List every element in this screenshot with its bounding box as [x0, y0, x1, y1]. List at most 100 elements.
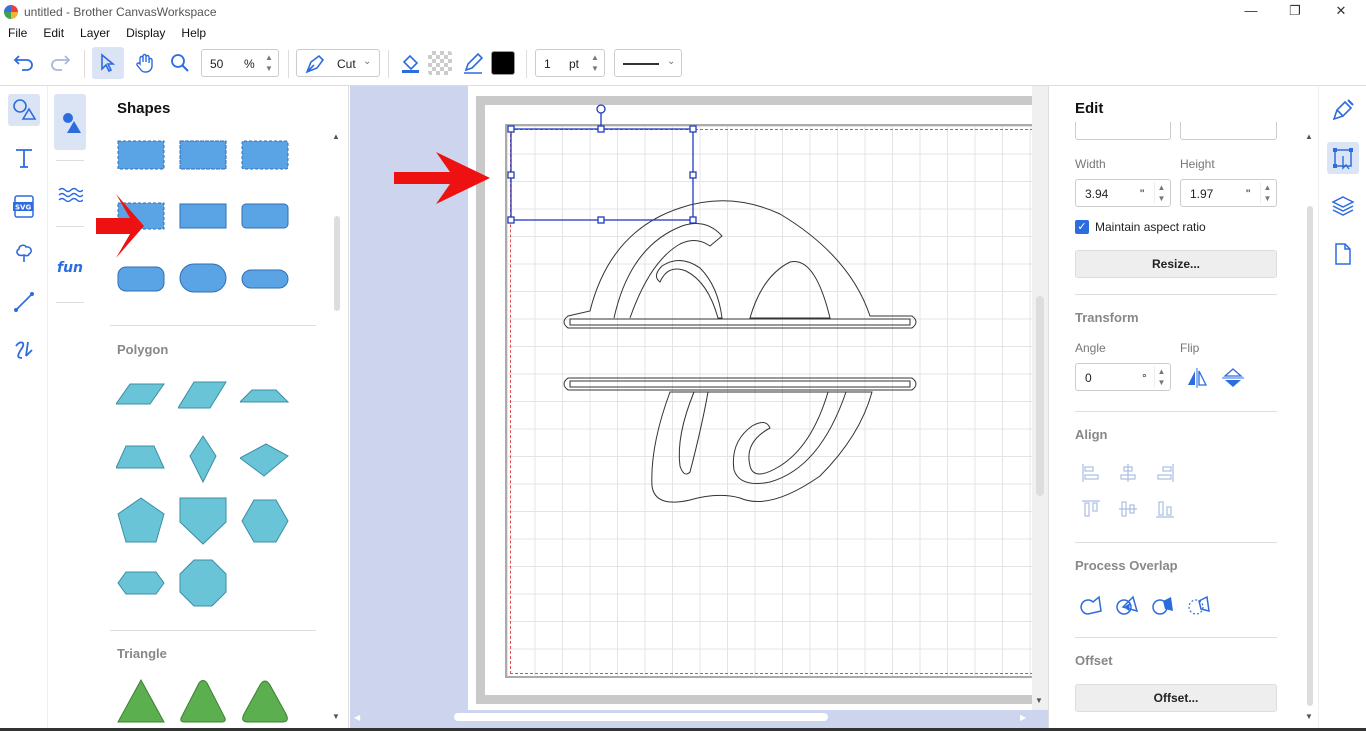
triangle-shape[interactable] — [116, 678, 166, 724]
shapes-panel-scrollbar[interactable]: ▲ ▼ — [332, 126, 342, 726]
restore-button[interactable]: ❐ — [1272, 0, 1318, 24]
color-swatch-button[interactable] — [489, 47, 517, 79]
height-stepper[interactable]: ▲ ▼ — [1260, 182, 1274, 204]
undo-button[interactable] — [8, 47, 40, 79]
category-basic-shapes[interactable] — [54, 94, 86, 150]
rectangle-shape[interactable] — [178, 202, 228, 232]
soft-triangle-shape[interactable] — [240, 678, 290, 724]
select-tool-button[interactable] — [92, 47, 124, 79]
style-panel-button[interactable] — [1327, 94, 1359, 126]
angle-field[interactable]: 0 ° ▲ ▼ — [1075, 363, 1171, 391]
menu-file[interactable]: File — [0, 24, 35, 42]
group-icon[interactable] — [1115, 593, 1139, 617]
align-bottom-icon[interactable] — [1155, 499, 1175, 519]
align-center-icon[interactable] — [1118, 463, 1138, 483]
pill-shape[interactable] — [240, 268, 290, 292]
flip-horizontal-icon[interactable] — [1186, 368, 1208, 388]
svg-import-button[interactable]: SVG — [8, 190, 40, 222]
height-field[interactable]: 1.97 " ▲ ▼ — [1180, 179, 1277, 207]
scroll-left-icon[interactable]: ◀ — [354, 713, 360, 722]
width-stepper[interactable]: ▲ ▼ — [1154, 182, 1168, 204]
line-style-dropdown[interactable]: ⌄ — [614, 49, 682, 77]
position-y-field[interactable] — [1180, 122, 1277, 140]
exclude-icon[interactable] — [1187, 593, 1211, 617]
canvas-horizontal-scroll-thumb[interactable] — [454, 713, 828, 721]
diamond-shape[interactable] — [178, 434, 228, 484]
menu-edit[interactable]: Edit — [35, 24, 72, 42]
resize-button[interactable]: Resize... — [1075, 250, 1277, 278]
fill-button[interactable] — [396, 47, 424, 79]
trapezoid-shape[interactable] — [116, 444, 166, 472]
stamp-rect-shape[interactable] — [116, 138, 166, 172]
edit-panel-scroll-thumb[interactable] — [1307, 206, 1313, 706]
layers-panel-button[interactable] — [1327, 190, 1359, 222]
trim-icon[interactable] — [1151, 593, 1175, 617]
page-icon — [1335, 243, 1351, 265]
zoom-stepper[interactable]: ▲ ▼ — [262, 52, 276, 74]
align-left-icon[interactable] — [1081, 463, 1101, 483]
zoom-tool-button[interactable] — [164, 47, 196, 79]
transparent-fill-button[interactable] — [426, 47, 454, 79]
angle-label: Angle — [1075, 341, 1106, 355]
page-panel-button[interactable] — [1327, 238, 1359, 270]
round-rect-shape[interactable] — [116, 264, 166, 294]
scroll-right-icon[interactable]: ▶ — [1020, 713, 1026, 722]
rounded-rect-shape[interactable] — [240, 202, 290, 232]
line-color-button[interactable] — [459, 47, 487, 79]
offset-button[interactable]: Offset... — [1075, 684, 1277, 712]
scroll-down-icon[interactable]: ▼ — [332, 712, 340, 721]
category-fun[interactable]: fun — [54, 254, 86, 282]
flip-vertical-icon[interactable] — [1222, 368, 1244, 388]
octagon-shape[interactable] — [178, 558, 228, 608]
align-top-icon[interactable] — [1081, 499, 1101, 519]
weld-icon[interactable] — [1079, 593, 1103, 617]
close-button[interactable]: ✕ — [1318, 0, 1364, 24]
canvas-vertical-scroll-thumb[interactable] — [1036, 296, 1044, 496]
minimize-button[interactable]: — — [1228, 0, 1274, 24]
scroll-up-icon[interactable]: ▲ — [332, 132, 340, 141]
edit-panel-button[interactable] — [1327, 142, 1359, 174]
pentagon-shape[interactable] — [116, 496, 166, 544]
pan-tool-button[interactable] — [129, 47, 161, 79]
menu-display[interactable]: Display — [118, 24, 173, 42]
parallelogram-tall-shape[interactable] — [178, 380, 228, 410]
category-wave[interactable] — [54, 180, 86, 208]
scroll-down-icon[interactable]: ▼ — [1305, 712, 1313, 721]
line-tool-button[interactable] — [8, 286, 40, 318]
hexagon-shape[interactable] — [240, 498, 290, 544]
rounded-triangle-shape[interactable] — [178, 678, 228, 724]
edit-panel-scrollbar[interactable]: ▲ ▼ — [1305, 132, 1315, 726]
freehand-tool-button[interactable] — [8, 334, 40, 366]
shield-pentagon-shape[interactable] — [178, 496, 228, 546]
width-field[interactable]: 3.94 " ▲ ▼ — [1075, 179, 1171, 207]
menu-layer[interactable]: Layer — [72, 24, 118, 42]
pattern-tool-button[interactable] — [8, 238, 40, 270]
flat-hexagon-shape[interactable] — [116, 570, 166, 596]
shapes-tool-button[interactable] — [8, 94, 40, 126]
zoom-level-input[interactable]: 50 % ▲ ▼ — [201, 49, 279, 77]
redo-button[interactable] — [44, 47, 76, 79]
flat-trapezoid-shape[interactable] — [240, 388, 290, 406]
wavy-rect-shape[interactable] — [240, 138, 290, 172]
line-width-stepper[interactable]: ▲ ▼ — [588, 52, 602, 74]
angle-stepper[interactable]: ▲ ▼ — [1154, 366, 1168, 388]
text-tool-button[interactable] — [8, 142, 40, 174]
position-x-field[interactable] — [1075, 122, 1171, 140]
scroll-down-icon[interactable]: ▼ — [1035, 696, 1043, 705]
scroll-up-icon[interactable]: ▲ — [1305, 132, 1313, 141]
canvas-vertical-scrollbar[interactable]: ▼ — [1032, 86, 1048, 710]
maintain-aspect-checkbox[interactable]: ✓ — [1075, 220, 1089, 234]
canvas-area[interactable]: ▼ ◀ ▶ — [350, 86, 1048, 731]
scalloped-rect-shape[interactable] — [178, 138, 228, 172]
mode-dropdown[interactable]: Cut ⌄ — [296, 49, 380, 77]
shapes-panel-scroll-thumb[interactable] — [334, 216, 340, 311]
pen-tool-icon — [305, 54, 325, 74]
stadium-shape[interactable] — [178, 262, 228, 294]
line-width-input[interactable]: 1 pt ▲ ▼ — [535, 49, 605, 77]
align-middle-icon[interactable] — [1118, 499, 1138, 519]
kite-shape[interactable] — [240, 442, 290, 478]
menu-help[interactable]: Help — [173, 24, 214, 42]
canvas-horizontal-scrollbar[interactable]: ◀ ▶ — [350, 710, 1048, 728]
align-right-icon[interactable] — [1155, 463, 1175, 483]
parallelogram-shape[interactable] — [116, 382, 166, 408]
